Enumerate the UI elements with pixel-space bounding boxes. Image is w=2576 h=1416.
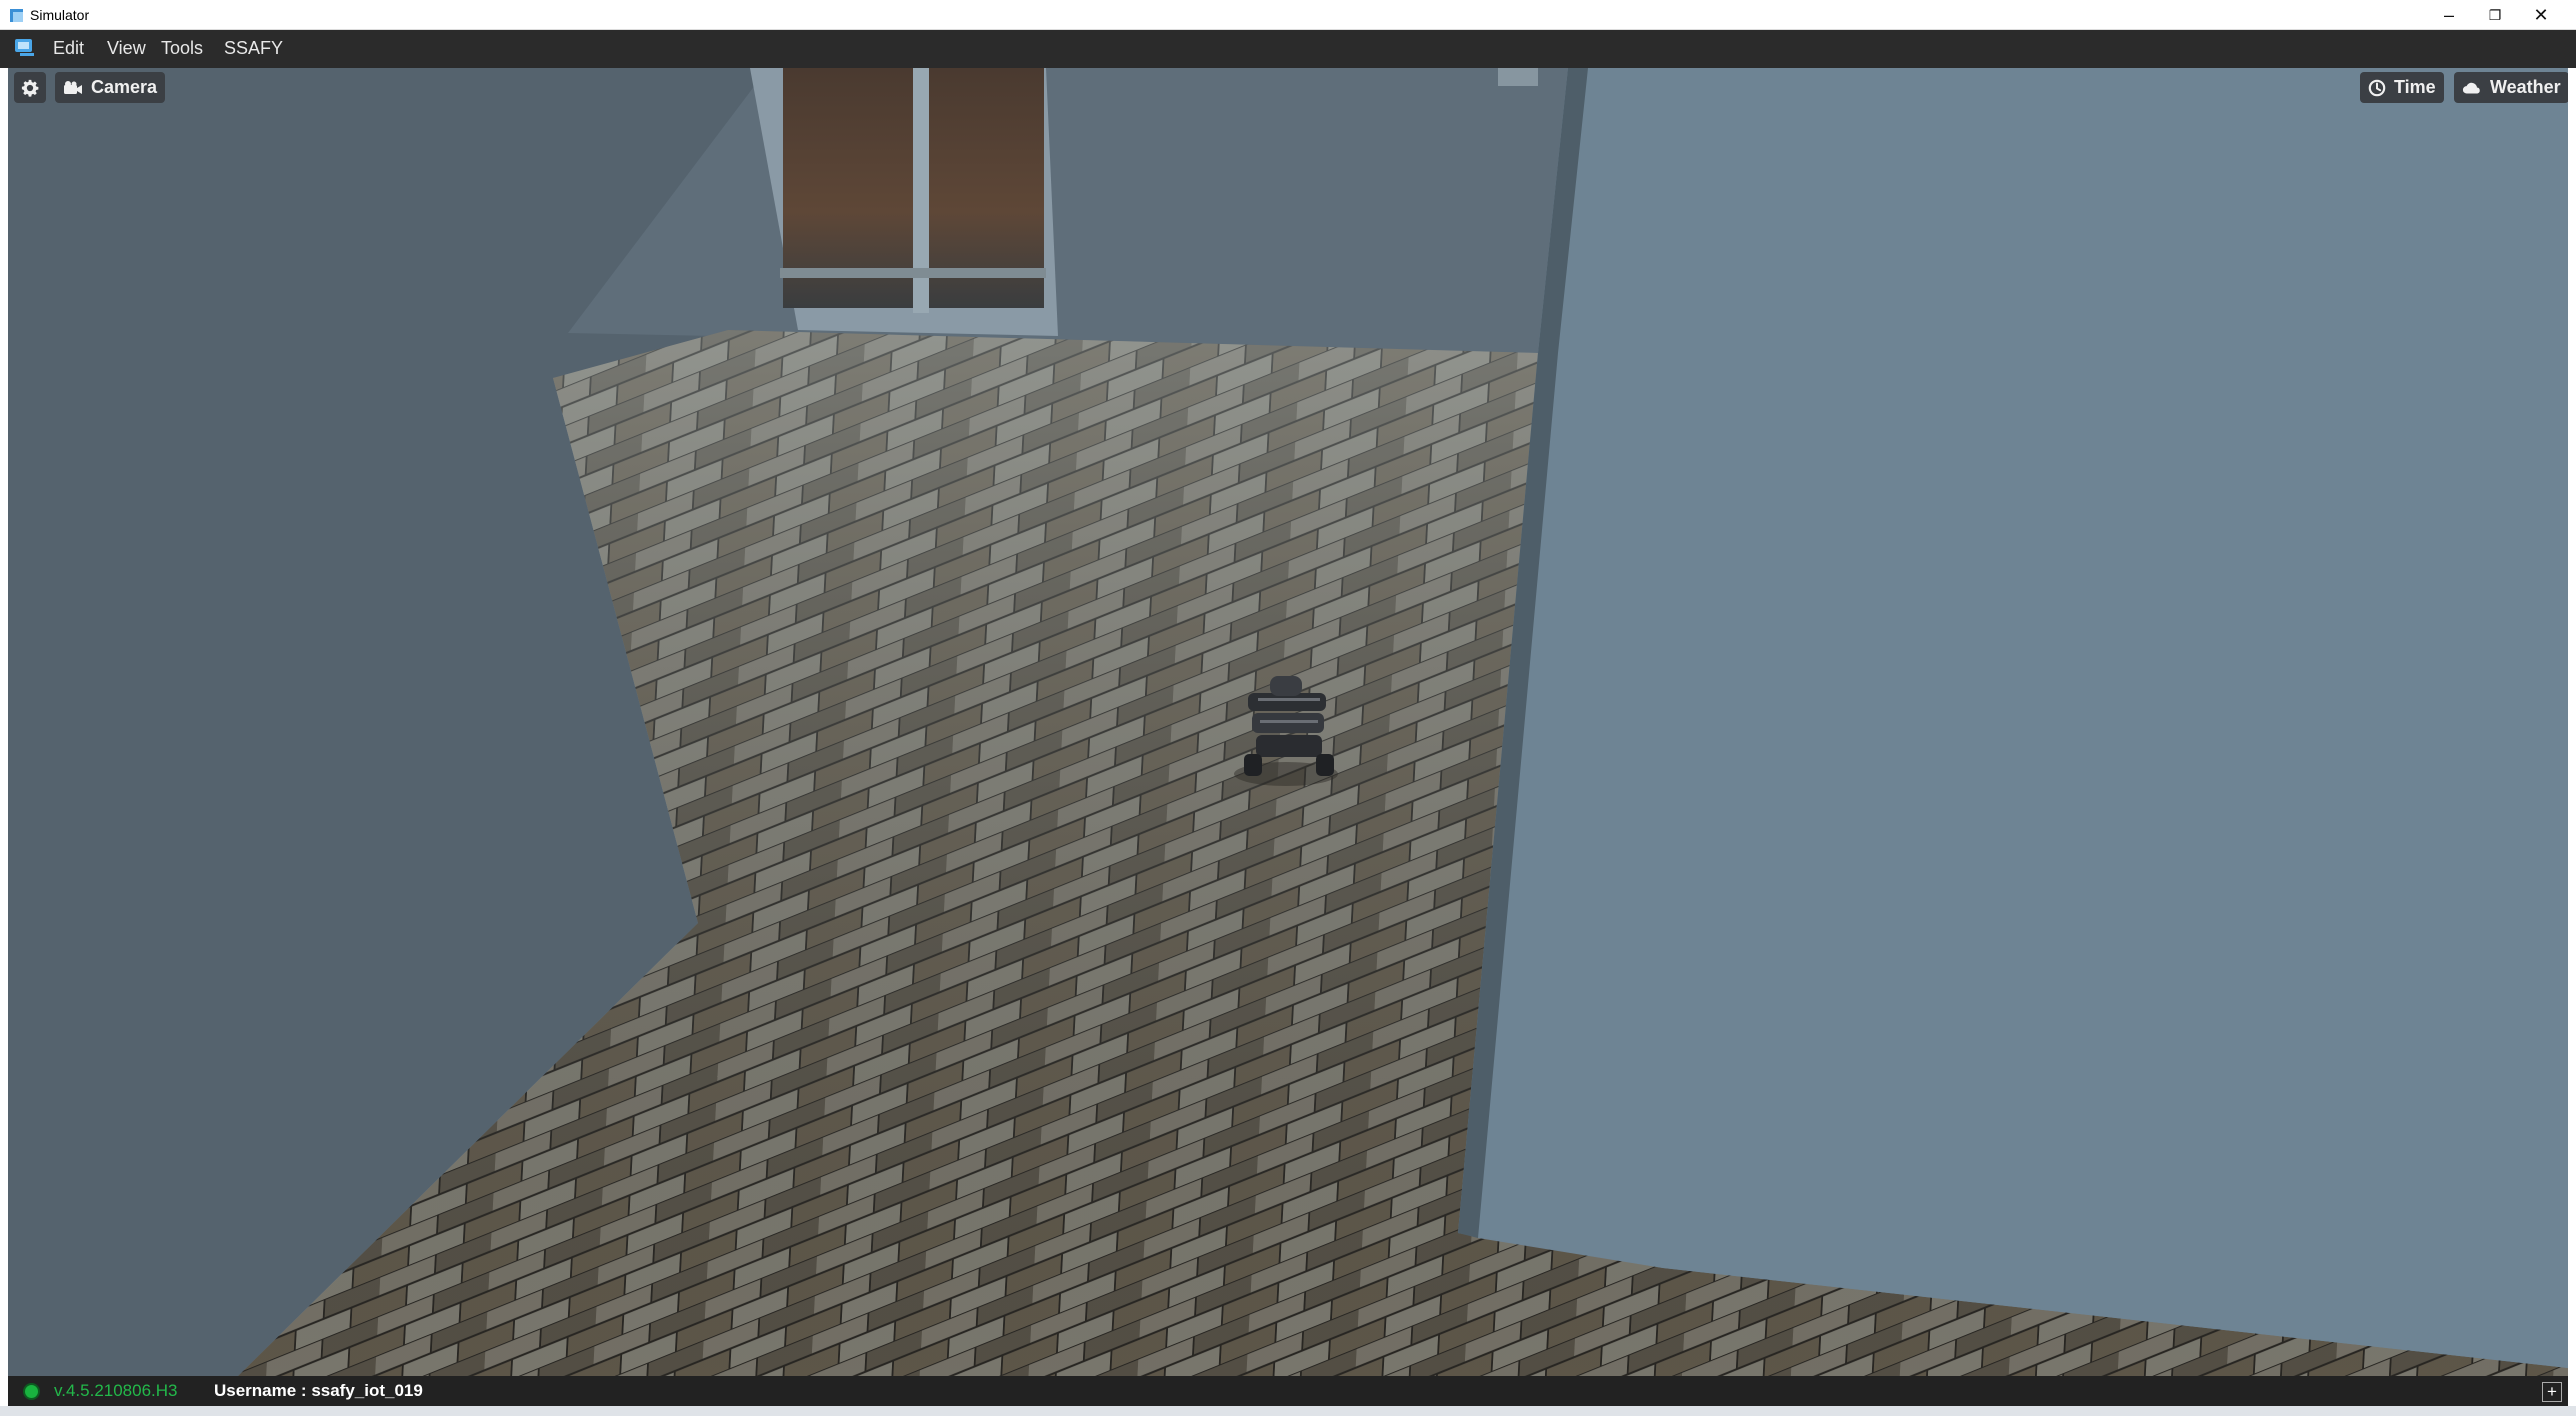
- menu-view[interactable]: View: [107, 38, 146, 59]
- simulation-viewport[interactable]: Camera Time Weather: [8, 68, 2568, 1376]
- window-titlebar: Simulator – ❐ ✕: [0, 0, 2576, 30]
- camera-label: Camera: [91, 77, 158, 97]
- minimize-button[interactable]: –: [2426, 0, 2472, 30]
- weather-button[interactable]: Weather: [2454, 72, 2568, 103]
- weather-label: Weather: [2490, 77, 2561, 97]
- settings-button[interactable]: [14, 72, 46, 103]
- restore-button[interactable]: ❐: [2472, 0, 2518, 30]
- camera-icon: [64, 80, 82, 94]
- status-bar: v.4.5.210806.H3 Username : ssafy_iot_019…: [8, 1376, 2568, 1406]
- clock-icon: [2368, 79, 2386, 96]
- taskbar-strip: [0, 1406, 2576, 1416]
- camera-button[interactable]: Camera: [55, 72, 166, 103]
- cloud-icon: [2462, 82, 2480, 93]
- time-button[interactable]: Time: [2360, 72, 2444, 103]
- version-label: v.4.5.210806.H3: [54, 1381, 178, 1400]
- menu-ssafy[interactable]: SSAFY: [224, 38, 283, 59]
- menu-tools[interactable]: Tools: [161, 38, 203, 59]
- time-label: Time: [2394, 77, 2436, 97]
- menu-edit[interactable]: Edit: [53, 38, 84, 59]
- app-icon: [10, 9, 23, 22]
- scene-render: [8, 68, 2568, 1376]
- add-button[interactable]: +: [2542, 1382, 2562, 1402]
- close-button[interactable]: ✕: [2518, 0, 2564, 30]
- window-title: Simulator: [30, 7, 90, 23]
- connection-status-icon: [25, 1385, 38, 1398]
- gear-icon: [21, 79, 39, 97]
- menu-bar: Edit View Tools SSAFY: [0, 30, 2576, 68]
- simulator-logo-icon[interactable]: [14, 38, 36, 58]
- username-label: Username : ssafy_iot_019: [214, 1381, 423, 1400]
